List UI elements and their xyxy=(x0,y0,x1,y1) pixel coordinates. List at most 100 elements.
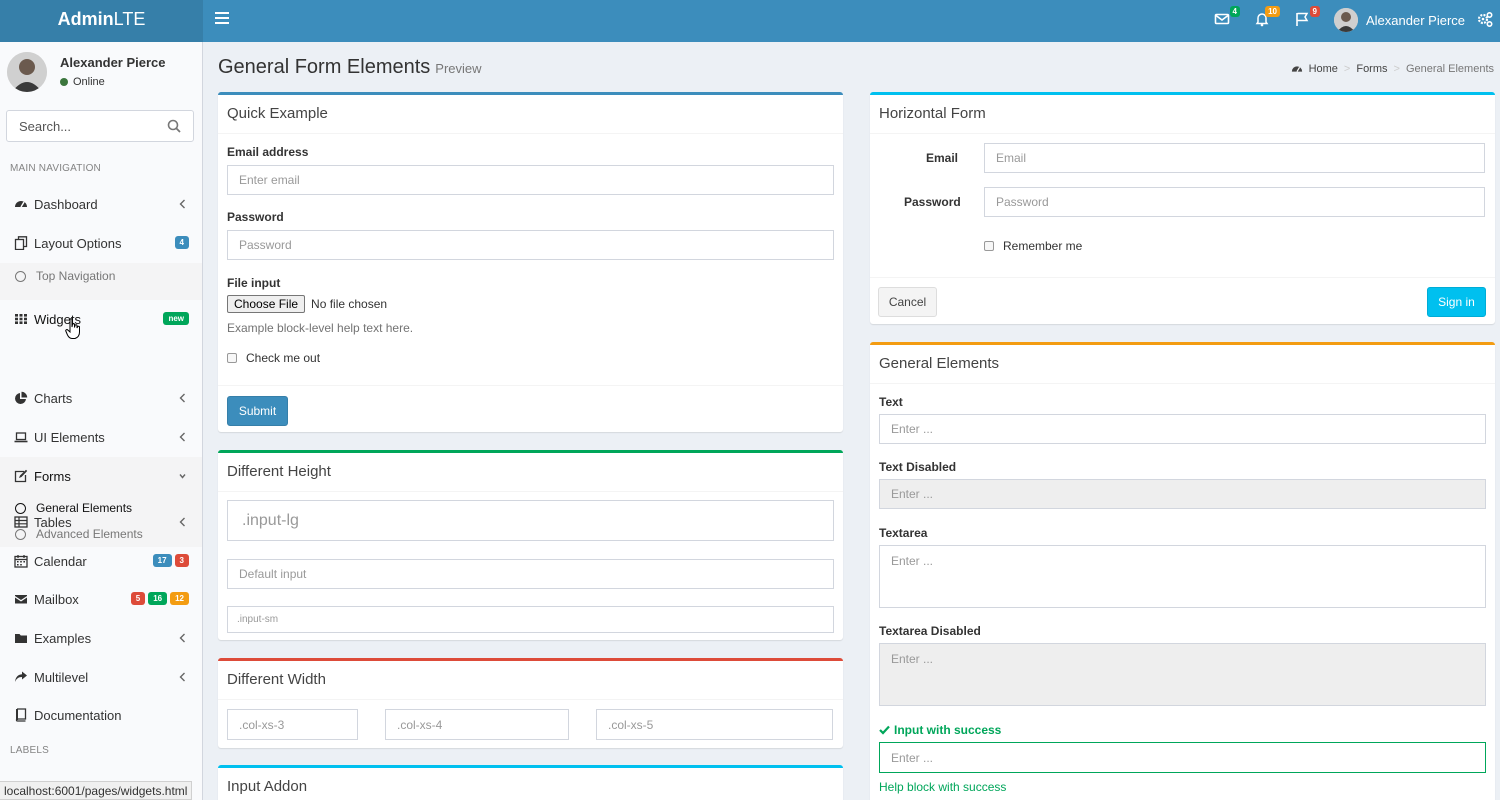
textarea-input[interactable] xyxy=(879,545,1486,608)
textarea-disabled-label: Textarea Disabled xyxy=(879,624,981,638)
text-input[interactable] xyxy=(879,414,1486,444)
different-width-box: Different Width xyxy=(218,658,843,748)
labels-header: LABELS xyxy=(10,745,50,756)
sidebar-item-dashboard[interactable]: Dashboard xyxy=(0,185,202,223)
messages-envelope-icon[interactable]: 4 xyxy=(1214,6,1240,29)
user-menu[interactable]: Alexander Pierce xyxy=(1334,8,1465,32)
textarea-label: Textarea xyxy=(879,526,928,540)
textarea-disabled-input xyxy=(879,643,1486,706)
password-label: Password xyxy=(904,195,961,209)
sidebar-item-tables[interactable]: Tables xyxy=(0,503,202,541)
sidebar-item-multilevel[interactable]: Multilevel xyxy=(0,658,202,696)
calendar-badges: 17 3 xyxy=(150,554,189,567)
email-field[interactable] xyxy=(227,165,834,195)
sidebar-item-documentation[interactable]: Documentation xyxy=(0,696,202,734)
page-subtitle: Preview xyxy=(435,61,482,76)
sidebar-item-mailbox[interactable]: Mailbox 5 16 12 xyxy=(0,580,202,618)
logo[interactable]: AdminLTE xyxy=(0,0,203,42)
chevron-left-icon xyxy=(179,633,185,643)
chevron-left-icon xyxy=(179,393,185,403)
col-xs-3-input[interactable] xyxy=(227,709,358,740)
box-title: Input Addon xyxy=(227,778,308,795)
choose-file-button[interactable]: Choose File xyxy=(227,295,306,313)
dashboard-icon xyxy=(14,197,28,211)
input-addon-box: Input Addon xyxy=(218,765,843,800)
notifications-bell-icon[interactable]: 10 xyxy=(1254,6,1280,29)
pie-chart-icon xyxy=(14,391,28,405)
horizontal-form-box: Horizontal Form Email Password Remember … xyxy=(870,92,1495,324)
sidebar-item-charts[interactable]: Charts xyxy=(0,379,202,417)
help-text: Example block-level help text here. xyxy=(227,321,414,335)
count-badge: 12 xyxy=(170,592,189,605)
main-navigation-header: MAIN NAVIGATION xyxy=(10,163,101,174)
default-input[interactable] xyxy=(227,559,834,589)
count-badge: 4 xyxy=(174,236,189,249)
user-status: Online xyxy=(60,76,105,88)
file-input-label: File input xyxy=(227,276,281,290)
page-title: General Form Elements Preview xyxy=(218,56,482,78)
quick-example-box: Quick Example Email address Password Fil… xyxy=(218,92,843,432)
text-disabled-input xyxy=(879,479,1486,509)
cancel-button[interactable]: Cancel xyxy=(878,287,937,317)
count-badge: 17 xyxy=(152,554,172,567)
input-sm[interactable] xyxy=(227,606,834,633)
sidebar-item-ui-elements[interactable]: UI Elements xyxy=(0,418,202,456)
user-name: Alexander Pierce xyxy=(1366,12,1465,28)
circle-icon xyxy=(15,270,26,282)
sidebar-item-forms[interactable]: Forms xyxy=(0,457,202,495)
password-field[interactable] xyxy=(984,187,1485,217)
remember-me-row: Remember me xyxy=(984,239,1082,253)
success-label: Input with success xyxy=(879,723,1001,737)
cogs-icon[interactable] xyxy=(1477,11,1493,29)
chevron-down-icon xyxy=(179,474,186,479)
text-disabled-label: Text Disabled xyxy=(879,460,957,474)
box-title: Different Height xyxy=(227,463,331,480)
layout-submenu: Top Navigation xyxy=(0,263,202,305)
breadcrumb-home[interactable]: Home xyxy=(1309,63,1338,75)
sidebar-item-calendar[interactable]: Calendar 17 3 xyxy=(0,542,202,580)
tasks-flag-icon[interactable]: 9 xyxy=(1294,6,1320,29)
success-input[interactable] xyxy=(879,742,1486,773)
password-field[interactable] xyxy=(227,230,834,260)
check-me-out-checkbox[interactable] xyxy=(227,353,237,363)
messages-badge: 4 xyxy=(1229,6,1240,17)
email-label: Email address xyxy=(227,145,309,159)
tasks-badge: 9 xyxy=(1309,6,1320,17)
sidebar-item-widgets[interactable]: Widgets new xyxy=(0,300,202,338)
widgets-badges: new xyxy=(160,312,189,325)
edit-icon xyxy=(14,469,28,483)
envelope-icon xyxy=(14,592,28,606)
input-lg[interactable] xyxy=(227,500,834,541)
table-icon xyxy=(14,515,28,529)
search-icon[interactable] xyxy=(167,119,181,133)
count-badge: 16 xyxy=(148,592,168,605)
sidebar-subitem-top-navigation[interactable]: Top Navigation xyxy=(0,263,202,289)
sidebar-search-input[interactable] xyxy=(7,111,157,141)
breadcrumb-forms[interactable]: Forms xyxy=(1356,63,1387,75)
share-icon xyxy=(14,670,28,684)
sign-in-button[interactable]: Sign in xyxy=(1427,287,1486,317)
sidebar-toggle-icon[interactable] xyxy=(215,12,229,26)
password-label: Password xyxy=(227,210,284,224)
status-url: localhost:6001/pages/widgets.html xyxy=(0,781,193,800)
breadcrumb-current: General Elements xyxy=(1405,63,1494,75)
sidebar-item-examples[interactable]: Examples xyxy=(0,619,202,657)
col-xs-4-input[interactable] xyxy=(385,709,569,740)
chevron-left-icon xyxy=(179,199,185,209)
layout-badges: 4 xyxy=(172,236,189,249)
count-badge: 3 xyxy=(174,554,189,567)
chevron-left-icon xyxy=(179,672,185,682)
laptop-icon xyxy=(14,430,28,444)
mailbox-badges: 5 16 12 xyxy=(128,592,189,605)
col-xs-5-input[interactable] xyxy=(596,709,833,740)
file-input: Choose File No file chosen xyxy=(227,295,387,313)
success-help-text: Help block with success xyxy=(879,780,1007,794)
general-elements-box: General Elements Text Text Disabled Text… xyxy=(870,342,1495,800)
submit-button[interactable]: Submit xyxy=(227,396,288,426)
breadcrumb: Home > Forms > General Elements xyxy=(1291,63,1494,75)
email-field[interactable] xyxy=(984,143,1485,173)
different-height-box: Different Height xyxy=(218,450,843,640)
sidebar-item-layout-options[interactable]: Layout Options 4 xyxy=(0,224,202,262)
remember-me-checkbox[interactable] xyxy=(984,241,994,251)
box-title: Different Width xyxy=(227,671,326,688)
